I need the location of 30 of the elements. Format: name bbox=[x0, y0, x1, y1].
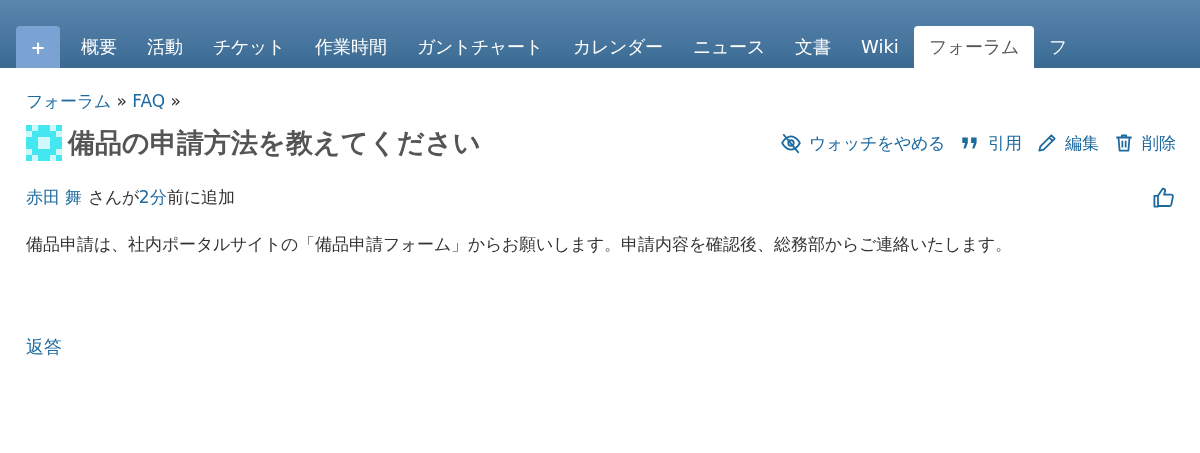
breadcrumb: フォーラム » FAQ » bbox=[26, 90, 182, 113]
menu-tab[interactable]: 作業時間 bbox=[300, 26, 402, 68]
menu-tab[interactable]: 文書 bbox=[780, 26, 846, 68]
time-link[interactable]: 2分 bbox=[138, 186, 167, 207]
quote-link[interactable]: 引用 bbox=[959, 131, 1022, 155]
unwatch-link[interactable]: ウォッチをやめる bbox=[780, 131, 945, 155]
eye-slash-icon bbox=[780, 132, 802, 154]
menu-tab[interactable]: チケット bbox=[198, 26, 300, 68]
author-link[interactable]: 赤田 舞 bbox=[26, 186, 83, 207]
trash-icon bbox=[1113, 132, 1135, 154]
menu-tab[interactable]: ニュース bbox=[678, 26, 780, 68]
menu-tab[interactable]: フ bbox=[1033, 26, 1082, 68]
delete-link[interactable]: 削除 bbox=[1113, 131, 1176, 155]
thumbs-up-icon[interactable] bbox=[1152, 185, 1176, 209]
menu-tab[interactable]: ガントチャート bbox=[402, 26, 558, 68]
breadcrumb-link[interactable]: フォーラム bbox=[26, 91, 111, 111]
menu-tab[interactable]: Wiki bbox=[846, 26, 914, 68]
menu-tab[interactable]: 概要 bbox=[66, 26, 132, 68]
byline: 赤田 舞 さんが2分前に追加 bbox=[26, 185, 235, 209]
menu-tab[interactable]: カレンダー bbox=[558, 26, 678, 68]
reply-link[interactable]: 返答 bbox=[26, 335, 62, 359]
pencil-icon bbox=[1036, 132, 1058, 154]
menu-tab[interactable]: フォーラム bbox=[913, 26, 1034, 68]
new-button[interactable]: + bbox=[16, 26, 60, 68]
post-body: 備品申請は、社内ポータルサイトの「備品申請フォーム」からお願いします。申請内容を確認後、総務部からご連絡いたします。 bbox=[26, 233, 1013, 256]
topic-title: 備品の申請方法を教えてください bbox=[68, 126, 482, 160]
menu-tab[interactable]: 活動 bbox=[132, 26, 198, 68]
edit-link[interactable]: 編集 bbox=[1036, 131, 1099, 155]
breadcrumb-link[interactable]: FAQ bbox=[132, 91, 166, 111]
avatar-icon bbox=[26, 125, 62, 161]
